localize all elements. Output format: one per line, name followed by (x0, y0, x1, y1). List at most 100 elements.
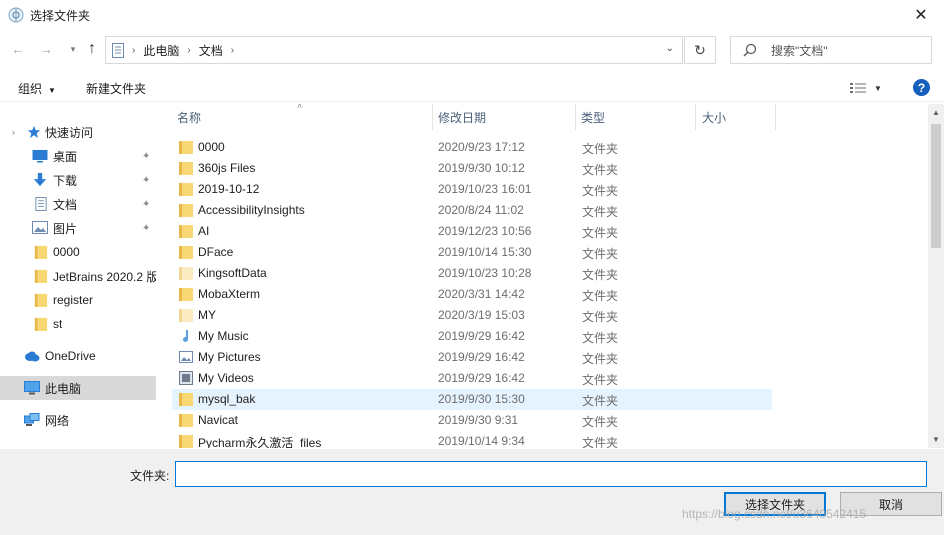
sidebar-item-network[interactable]: 网络 (0, 408, 156, 432)
sidebar-item-this-pc[interactable]: 此电脑 (0, 376, 156, 400)
file-date: 2019/10/23 10:28 (438, 266, 532, 280)
sidebar-item-pictures[interactable]: 图片 ✦ (0, 216, 156, 240)
column-divider[interactable] (775, 104, 776, 130)
document-icon (112, 42, 124, 58)
recent-locations-button[interactable]: ▾ (63, 39, 83, 59)
file-date: 2019/9/29 16:42 (438, 350, 525, 364)
column-divider[interactable] (695, 104, 696, 130)
caret-down-icon: ▼ (874, 83, 882, 93)
sidebar-label: 网络 (45, 413, 70, 428)
column-divider[interactable] (575, 104, 576, 130)
file-row[interactable]: My Pictures 2019/9/29 16:42 文件夹 (172, 347, 772, 368)
file-row[interactable]: mysql_bak 2019/9/30 15:30 文件夹 (172, 389, 772, 410)
file-row[interactable]: 0000 2020/9/23 17:12 文件夹 (172, 137, 772, 158)
vertical-scrollbar[interactable]: ▲ ▼ (928, 104, 944, 448)
file-type: 文件夹 (582, 184, 619, 198)
scroll-down-icon[interactable]: ▼ (932, 435, 940, 444)
file-row[interactable]: Pycharm永久激活_files 2019/10/14 9:34 文件夹 (172, 431, 772, 448)
file-type: 文件夹 (582, 373, 619, 387)
file-row[interactable]: 2019-10-12 2019/10/23 16:01 文件夹 (172, 179, 772, 200)
file-date: 2019/10/14 9:34 (438, 434, 525, 448)
new-folder-button[interactable]: 新建文件夹 (86, 80, 146, 97)
organize-button[interactable]: 组织 ▼ (18, 80, 56, 97)
folder-icon (179, 224, 193, 238)
arrow-left-icon: ← (11, 41, 25, 57)
command-bar: 组织 ▼ 新建文件夹 ▼ (0, 72, 944, 102)
back-button[interactable]: ← (8, 39, 28, 59)
folder-icon (179, 245, 193, 259)
sidebar-label: 下载 (53, 173, 78, 188)
sidebar-item-st[interactable]: st (0, 312, 156, 336)
file-name: My Pictures (198, 350, 261, 364)
folder-icon (179, 203, 193, 217)
column-header-name[interactable]: 名称 (177, 104, 201, 130)
file-row[interactable]: My Music 2019/9/29 16:42 文件夹 (172, 326, 772, 347)
file-name: Navicat (198, 413, 239, 427)
address-dropdown-icon[interactable]: ⌄ (666, 43, 674, 54)
file-row[interactable]: KingsoftData 2019/10/23 10:28 文件夹 (172, 263, 772, 284)
column-header-date[interactable]: 修改日期 (438, 104, 486, 130)
refresh-button[interactable]: ↻ (684, 36, 716, 64)
search-icon (743, 43, 757, 57)
sidebar-label: 图片 (53, 221, 78, 236)
file-row[interactable]: Navicat 2019/9/30 9:31 文件夹 (172, 410, 772, 431)
close-button[interactable]: ✕ (898, 0, 944, 30)
file-row[interactable]: DFace 2019/10/14 15:30 文件夹 (172, 242, 772, 263)
column-header-type[interactable]: 类型 (581, 104, 605, 130)
folder-icon (179, 287, 193, 301)
sidebar-item-desktop[interactable]: 桌面 ✦ (0, 144, 156, 168)
search-box[interactable]: 搜索"文档" (730, 36, 932, 64)
sidebar-item-documents[interactable]: 文档 ✦ (0, 192, 156, 216)
folder-name-input[interactable] (175, 461, 927, 487)
file-type: 文件夹 (582, 352, 619, 366)
sidebar-item-register[interactable]: register (0, 288, 156, 312)
column-divider[interactable] (432, 104, 433, 130)
file-type: 文件夹 (582, 331, 619, 345)
close-icon: ✕ (914, 7, 928, 24)
file-name: 0000 (198, 140, 225, 154)
details-view-icon (850, 83, 866, 93)
folder-icon (179, 392, 193, 406)
file-row[interactable]: AccessibilityInsights 2020/8/24 11:02 文件夹 (172, 200, 772, 221)
breadcrumb-documents[interactable]: 文档 (199, 42, 223, 59)
title-bar: 选择文件夹 ✕ (0, 0, 944, 30)
file-name: Pycharm永久激活_files (198, 436, 322, 448)
view-options-button[interactable]: ▼ (850, 80, 886, 96)
help-button[interactable]: ? (913, 79, 930, 96)
sidebar-label: 此电脑 (45, 381, 82, 396)
sidebar-item-downloads[interactable]: 下载 ✦ (0, 168, 156, 192)
file-type: 文件夹 (582, 310, 619, 324)
sidebar-item-jetbrains[interactable]: JetBrains 2020.2 版 (0, 264, 156, 288)
file-row[interactable]: AI 2019/12/23 10:56 文件夹 (172, 221, 772, 242)
up-button[interactable]: ↑ (82, 39, 102, 59)
breadcrumb-this-pc[interactable]: 此电脑 (143, 42, 179, 59)
scrollbar-thumb[interactable] (931, 124, 941, 248)
file-name: AI (198, 224, 210, 238)
sidebar-label: 桌面 (53, 149, 78, 164)
column-header-size[interactable]: 大小 (702, 104, 726, 130)
file-type: 文件夹 (582, 163, 619, 177)
network-icon (24, 413, 40, 426)
sidebar-item-onedrive[interactable]: OneDrive (0, 344, 156, 368)
sort-ascending-icon: ˄ (297, 104, 303, 111)
navigation-bar: ← → ▾ ↑ › 此电脑 › 文档 › ⌄ ↻ 搜索"文档" (0, 33, 944, 65)
document-icon (35, 197, 47, 211)
video-icon (179, 371, 193, 385)
forward-button[interactable]: → (36, 39, 56, 59)
sidebar-item-0000[interactable]: 0000 (0, 240, 156, 264)
scroll-up-icon[interactable]: ▲ (932, 108, 940, 117)
file-row[interactable]: 360js Files 2019/9/30 10:12 文件夹 (172, 158, 772, 179)
file-date: 2019/10/23 16:01 (438, 182, 532, 196)
file-type: 文件夹 (582, 268, 619, 282)
file-row[interactable]: My Videos 2019/9/29 16:42 文件夹 (172, 368, 772, 389)
file-type: 文件夹 (582, 142, 619, 156)
sidebar-label: 文档 (53, 197, 78, 212)
file-row[interactable]: MY 2020/3/19 15:03 文件夹 (172, 305, 772, 326)
file-row[interactable]: MobaXterm 2020/3/31 14:42 文件夹 (172, 284, 772, 305)
folder-icon (179, 413, 193, 427)
app-icon (8, 7, 24, 23)
address-bar[interactable]: › 此电脑 › 文档 › ⌄ (105, 36, 683, 64)
organize-label: 组织 (18, 82, 43, 96)
sidebar-item-quick-access[interactable]: › 快速访问 (0, 120, 156, 144)
file-name: DFace (198, 245, 234, 259)
